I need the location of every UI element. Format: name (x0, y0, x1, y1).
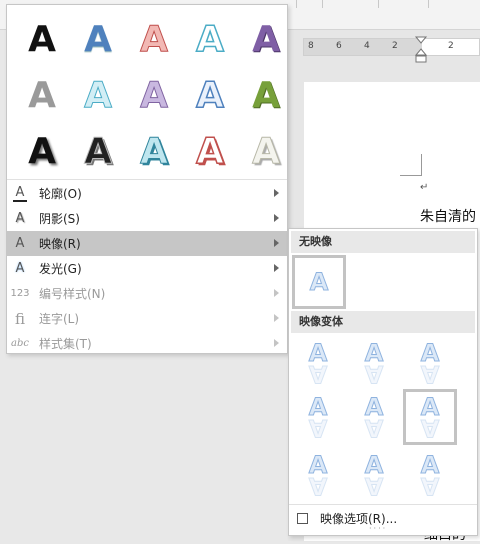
reflection-variation[interactable]: A A (293, 449, 343, 501)
number-style-icon: 123 (10, 288, 30, 299)
menu-item-label: 样式集(T) (39, 337, 92, 351)
reflection-variation[interactable]: A A (349, 391, 399, 443)
text-style-aqua-outline[interactable]: A (185, 15, 235, 65)
ruler-tick: 6 (336, 41, 342, 51)
reflection-variation[interactable]: A A (405, 449, 455, 501)
submenu-arrow-icon (274, 314, 279, 322)
reflection-A-icon: A (15, 236, 25, 251)
menu-item-ligatures[interactable]: fi 连字(L) (7, 306, 287, 331)
submenu-arrow-icon (274, 264, 279, 272)
reflection-mirror-icon: A (420, 413, 440, 442)
ribbon-divider (378, 0, 379, 8)
horizontal-ruler[interactable]: 8 6 4 2 2 (303, 38, 480, 56)
glow-A-icon: A (15, 261, 25, 276)
ruler-tick: 8 (308, 41, 314, 51)
reflection-mirror-icon: A (420, 359, 440, 388)
reflection-variation[interactable]: A A (349, 449, 399, 501)
menu-divider (7, 179, 287, 180)
ribbon-divider (428, 0, 429, 8)
effects-menu-list: A 轮廓(O) A 阴影(S) A 映像(R) A 发光(G) 123 编号样式… (7, 181, 287, 356)
reflection-mirror-icon: A (308, 471, 328, 500)
reflection-submenu: 无映像 A 映像变体 A A A A A A A A A A A A A A A… (288, 228, 478, 536)
submenu-arrow-icon (274, 239, 279, 247)
text-style-aqua-gradient[interactable]: A (73, 71, 123, 121)
menu-item-glow[interactable]: A 发光(G) (7, 256, 287, 281)
menu-item-outline[interactable]: A 轮廓(O) (7, 181, 287, 206)
document-text: 朱自清的 (420, 209, 476, 225)
text-style-black-fill[interactable]: A (17, 15, 67, 65)
ruler-tick: 2 (392, 41, 398, 51)
reflection-mirror-icon: A (364, 471, 384, 500)
resize-grip-icon[interactable]: ···· (369, 524, 387, 533)
text-style-black-shadow[interactable]: A (17, 127, 67, 177)
text-effects-gallery: A A A A A A A A A A A A A A A (17, 11, 283, 177)
submenu-arrow-icon (274, 214, 279, 222)
menu-item-label: 发光(G) (39, 262, 82, 276)
text-style-aqua-3d[interactable]: A (129, 127, 179, 177)
no-reflection-header: 无映像 (291, 231, 475, 253)
reflection-variations-header: 映像变体 (291, 311, 475, 333)
text-style-black-outline-shadow[interactable]: A (73, 127, 123, 177)
reflection-variation-selected[interactable]: A A (403, 389, 457, 445)
shadow-A-icon: A (15, 211, 25, 226)
reflection-variation[interactable]: A A (405, 337, 455, 389)
reflection-mirror-icon: A (308, 413, 328, 442)
submenu-arrow-icon (274, 339, 279, 347)
reflection-mirror-icon: A (364, 413, 384, 442)
ruler-margin (304, 39, 422, 55)
ribbon-divider (322, 0, 323, 8)
reflection-mirror-icon: A (420, 471, 440, 500)
reflection-mirror-icon: A (308, 359, 328, 388)
submenu-arrow-icon (274, 189, 279, 197)
reflection-options-icon (297, 513, 308, 524)
ruler-tick: 2 (448, 41, 454, 51)
text-style-lavender-fill[interactable]: A (129, 71, 179, 121)
submenu-arrow-icon (274, 289, 279, 297)
reflection-mirror-icon: A (364, 359, 384, 388)
no-reflection-option[interactable]: A (292, 255, 346, 309)
menu-item-label: 连字(L) (39, 312, 80, 326)
menu-item-stylistic-sets[interactable]: abc 样式集(T) (7, 331, 287, 356)
reflection-variation[interactable]: A A (349, 337, 399, 389)
text-effects-menu: A A A A A A A A A A A A A A A A 轮廓(O) A … (6, 4, 288, 354)
menu-item-label: 编号样式(N) (39, 287, 106, 301)
indent-marker-icon[interactable] (415, 36, 427, 64)
ruler-tick: 4 (364, 41, 370, 51)
outline-A-icon: A (7, 185, 33, 202)
text-style-green-bevel[interactable]: A (241, 71, 291, 121)
text-style-purple-fill[interactable]: A (241, 15, 291, 65)
text-style-blue-outline[interactable]: A (185, 71, 235, 121)
reflection-variation[interactable]: A A (293, 391, 343, 443)
reflection-preview-icon: A (309, 268, 329, 296)
menu-item-label: 轮廓(O) (39, 187, 82, 201)
text-style-blue-fill[interactable]: A (73, 15, 123, 65)
menu-item-label: 阴影(S) (39, 212, 80, 226)
ligature-icon: fi (14, 309, 25, 328)
menu-item-number-style[interactable]: 123 编号样式(N) (7, 281, 287, 306)
text-style-red-3d-outline[interactable]: A (185, 127, 235, 177)
menu-item-label: 映像(R) (39, 237, 81, 251)
ribbon-divider (296, 0, 297, 8)
stylistic-set-icon: abc (11, 338, 29, 349)
margin-corner-mark (400, 154, 422, 176)
text-style-gray-fill[interactable]: A (17, 71, 67, 121)
reflection-variation[interactable]: A A (293, 337, 343, 389)
paragraph-mark: ↵ (420, 182, 429, 193)
menu-item-shadow[interactable]: A 阴影(S) (7, 206, 287, 231)
text-style-ivory-bevel[interactable]: A (241, 127, 291, 177)
text-style-red-outline[interactable]: A (129, 15, 179, 65)
menu-item-reflection[interactable]: A 映像(R) (7, 231, 287, 256)
